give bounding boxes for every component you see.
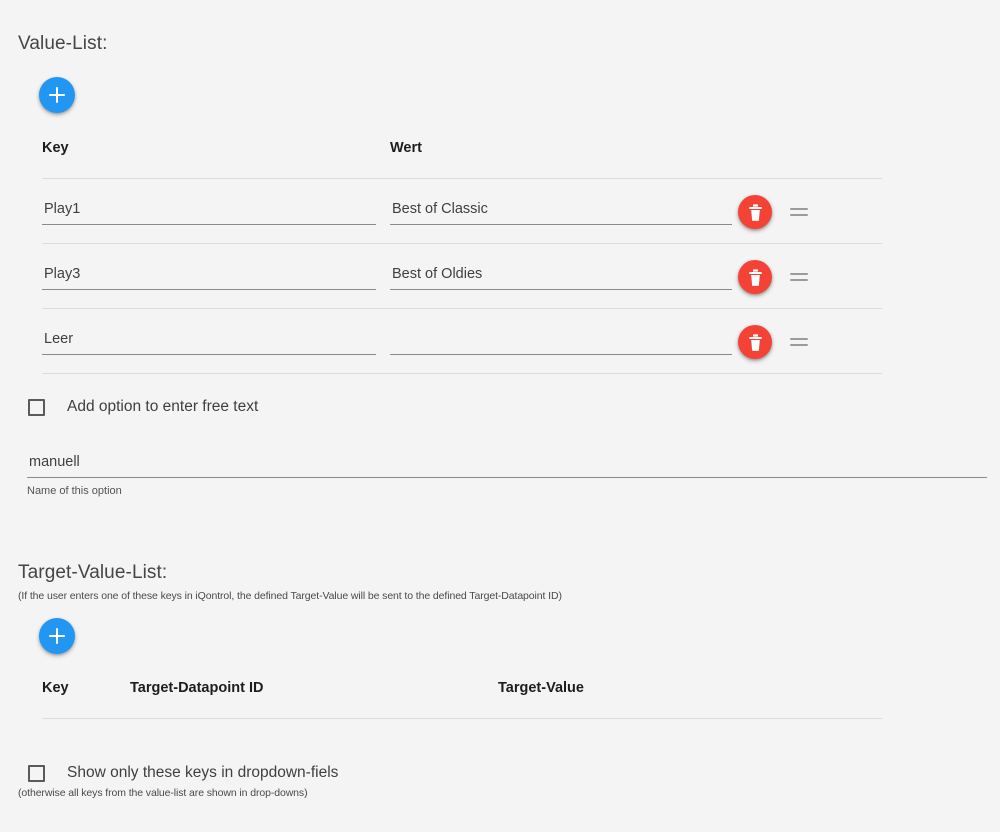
- column-header-target-datapoint-id: Target-Datapoint ID: [130, 680, 264, 696]
- free-text-checkbox-label[interactable]: Add option to enter free text: [67, 398, 258, 416]
- cell-actions: [738, 309, 882, 374]
- cell-key: [42, 309, 390, 374]
- cell-wert: [390, 244, 738, 309]
- show-only-keys-hint: (otherwise all keys from the value-list …: [18, 787, 308, 799]
- value-list-header-row: Key Wert: [42, 140, 882, 179]
- column-header-key: Key: [42, 140, 69, 156]
- table-row: [42, 179, 882, 244]
- show-only-keys-checkbox-row[interactable]: Show only these keys in dropdown-fiels: [28, 764, 338, 782]
- drag-handle-icon[interactable]: [790, 204, 808, 220]
- value-wert-input[interactable]: [390, 329, 732, 355]
- column-header-target-value: Target-Value: [498, 680, 584, 696]
- add-value-row-button[interactable]: [39, 77, 75, 113]
- table-row: [42, 244, 882, 309]
- clipped-top-text: [0, 0, 1000, 1]
- target-value-list-hint: (If the user enters one of these keys in…: [18, 590, 562, 602]
- cell-actions: [738, 179, 882, 244]
- value-list-title: Value-List:: [18, 33, 108, 54]
- value-key-input[interactable]: [42, 329, 376, 355]
- trash-icon[interactable]: [738, 325, 772, 359]
- show-only-keys-checkbox[interactable]: [28, 764, 45, 782]
- value-list-table-body: [42, 179, 882, 374]
- cell-wert: [390, 179, 738, 244]
- option-name-field-wrapper: Name of this option: [27, 452, 987, 497]
- target-value-list-header-row: Key Target-Datapoint ID Target-Value: [42, 680, 882, 719]
- value-list-table: Key Wert: [42, 140, 882, 374]
- cell-key: [42, 179, 390, 244]
- target-value-list-title: Target-Value-List:: [18, 562, 168, 583]
- value-key-input[interactable]: [42, 264, 376, 290]
- trash-icon[interactable]: [738, 260, 772, 294]
- value-list-table-head: Key Wert: [42, 140, 882, 179]
- free-text-checkbox[interactable]: [28, 398, 45, 416]
- value-key-input[interactable]: [42, 199, 376, 225]
- row-actions: [738, 325, 882, 359]
- table-row: [42, 309, 882, 374]
- drag-handle-icon[interactable]: [790, 334, 808, 350]
- value-wert-input[interactable]: [390, 199, 732, 225]
- show-only-keys-checkbox-label[interactable]: Show only these keys in dropdown-fiels: [67, 764, 338, 782]
- value-wert-input[interactable]: [390, 264, 732, 290]
- drag-handle-icon[interactable]: [790, 269, 808, 285]
- cell-actions: [738, 244, 882, 309]
- target-value-list-table: Key Target-Datapoint ID Target-Value: [42, 680, 882, 719]
- column-header-wert: Wert: [390, 140, 422, 156]
- cell-key: [42, 244, 390, 309]
- option-name-helper-text: Name of this option: [27, 485, 122, 497]
- free-text-checkbox-row[interactable]: Add option to enter free text: [28, 398, 258, 416]
- trash-icon[interactable]: [738, 195, 772, 229]
- add-target-row-button[interactable]: [39, 618, 75, 654]
- column-header-key: Key: [42, 680, 69, 696]
- option-name-input[interactable]: [27, 452, 987, 478]
- column-header-actions: [738, 140, 882, 179]
- row-actions: [738, 260, 882, 294]
- cell-wert: [390, 309, 738, 374]
- target-value-list-table-head: Key Target-Datapoint ID Target-Value: [42, 680, 882, 719]
- row-actions: [738, 195, 882, 229]
